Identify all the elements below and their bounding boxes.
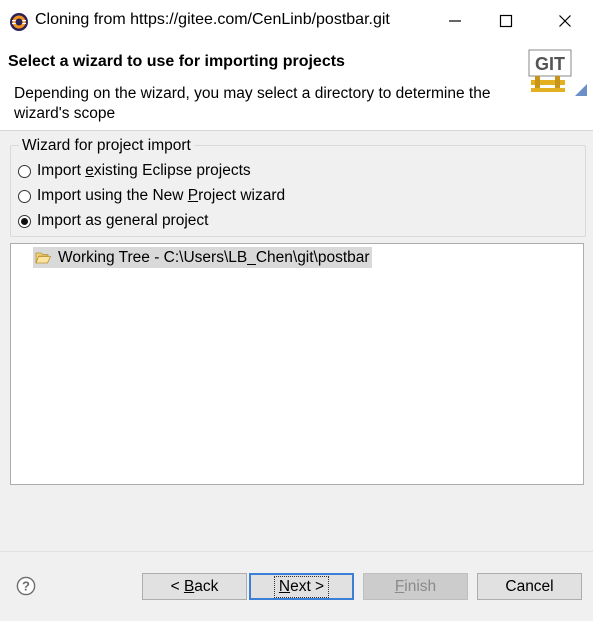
maximize-icon <box>499 14 513 28</box>
radio-import-new-project-wizard[interactable]: Import using the New Project wizard <box>18 187 285 205</box>
button-bar-separator <box>0 551 593 552</box>
close-icon <box>559 15 571 27</box>
working-tree-view[interactable]: Working Tree - C:\Users\LB_Chen\git\post… <box>10 243 584 485</box>
cancel-button[interactable]: Cancel <box>477 573 582 600</box>
maximize-button[interactable] <box>492 8 520 34</box>
window-titlebar: Cloning from https://gitee.com/CenLinb/p… <box>0 0 593 42</box>
back-button[interactable]: < Back <box>142 573 247 600</box>
wizard-header: Select a wizard to use for importing pro… <box>0 42 593 131</box>
finish-button-label: Finish <box>394 577 437 595</box>
svg-text:?: ? <box>22 579 30 594</box>
back-button-label: < Back <box>170 577 219 595</box>
git-wizard-banner-icon: GIT <box>528 49 587 96</box>
svg-text:GIT: GIT <box>535 54 565 74</box>
tree-item-label: Working Tree - C:\Users\LB_Chen\git\post… <box>58 248 370 266</box>
help-icon[interactable]: ? <box>16 576 36 596</box>
radio-label: Import as general project <box>37 212 209 229</box>
wizard-description: Depending on the wizard, you may select … <box>14 85 491 122</box>
next-button-label: Next > <box>273 575 330 598</box>
radio-button[interactable] <box>18 189 31 203</box>
wizard-title: Select a wizard to use for importing pro… <box>8 53 345 70</box>
next-button[interactable]: Next > <box>249 573 354 600</box>
close-button[interactable] <box>551 8 579 34</box>
radio-button-checked[interactable] <box>18 214 31 228</box>
radio-import-general-project[interactable]: Import as general project <box>18 212 208 230</box>
eclipse-app-icon <box>10 13 28 31</box>
group-title: Wizard for project import <box>19 137 194 155</box>
radio-label: Import existing Eclipse projects <box>37 162 251 179</box>
radio-import-existing-eclipse-projects[interactable]: Import existing Eclipse projects <box>18 162 251 180</box>
radio-label: Import using the New Project wizard <box>37 187 286 204</box>
cancel-button-label: Cancel <box>505 577 554 595</box>
minimize-button[interactable] <box>441 8 469 34</box>
radio-button[interactable] <box>18 164 31 178</box>
finish-button[interactable]: Finish <box>363 573 468 600</box>
tree-item-working-tree[interactable]: Working Tree - C:\Users\LB_Chen\git\post… <box>33 247 372 268</box>
window-title: Cloning from https://gitee.com/CenLinb/p… <box>35 11 390 28</box>
minimize-icon <box>449 20 461 22</box>
wizard-import-group: Wizard for project import Import existin… <box>10 137 586 237</box>
open-folder-icon <box>35 252 51 264</box>
